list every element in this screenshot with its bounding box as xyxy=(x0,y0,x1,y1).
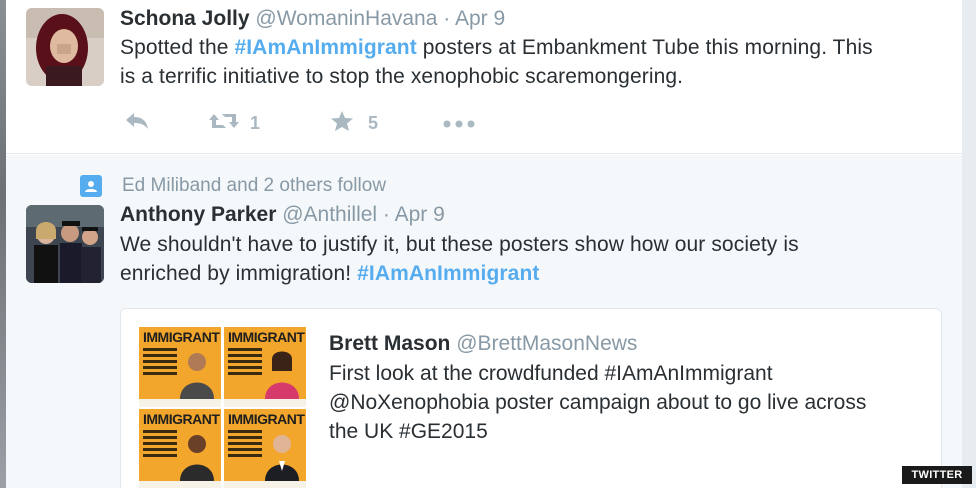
poster-portrait xyxy=(180,435,214,481)
avatar[interactable] xyxy=(26,8,104,86)
poster-footer xyxy=(224,399,306,407)
tweet-text-line: We shouldn't have to justify it, but the… xyxy=(120,233,799,256)
scrollbar-track[interactable] xyxy=(962,0,976,488)
tweet-header: Schona Jolly @WomaninHavana · Apr 9 xyxy=(120,6,505,32)
poster-footer xyxy=(139,399,221,407)
poster-image[interactable]: IMMIGRANT xyxy=(139,327,221,407)
favorite-button[interactable]: 5 xyxy=(330,109,378,137)
username[interactable]: @WomaninHavana xyxy=(255,7,437,30)
poster-title: IMMIGRANT xyxy=(143,411,220,427)
timestamp[interactable]: Apr 9 xyxy=(395,203,445,226)
poster-title: IMMIGRANT xyxy=(143,329,220,345)
poster-copy xyxy=(228,348,262,378)
favorite-count: 5 xyxy=(368,112,379,133)
tweet-text-line: Spotted the #IAmAnImmigrant posters at E… xyxy=(120,33,873,62)
retweet-count: 1 xyxy=(250,112,261,133)
reply-icon xyxy=(124,111,150,136)
more-button[interactable] xyxy=(442,109,476,137)
quoted-text: First look at the crowdfunded #IAmAnImmi… xyxy=(329,359,866,446)
poster-image[interactable]: IMMIGRANT xyxy=(224,327,306,407)
hashtag-link[interactable]: #IAmAnImmigrant xyxy=(234,36,416,59)
hashtag-link[interactable]: #IAmAnImmigrant xyxy=(357,262,539,285)
tweet-text-line: enriched by immigration! #IAmAnImmigrant xyxy=(120,259,799,288)
twitter-watermark: TWITTER xyxy=(902,466,972,484)
display-name[interactable]: Anthony Parker xyxy=(120,203,276,226)
quoted-text-line: First look at the crowdfunded #IAmAnImmi… xyxy=(329,362,773,385)
tweet-text-line: is a terrific initiative to stop the xen… xyxy=(120,65,684,88)
poster-title: IMMIGRANT xyxy=(228,411,305,427)
tweet-actions: 1 5 xyxy=(120,109,520,137)
reply-button[interactable] xyxy=(124,109,150,137)
poster-image-grid[interactable]: IMMIGRANT IMMIGRANT IMMIGRANT IMMIGRANT xyxy=(139,327,307,488)
follow-context-icon xyxy=(80,175,102,197)
poster-portrait xyxy=(265,351,299,399)
poster-image[interactable]: IMMIGRANT xyxy=(139,409,221,488)
separator: · xyxy=(382,203,390,226)
poster-title: IMMIGRANT xyxy=(228,329,305,345)
social-context-text[interactable]: Ed Miliband and 2 others follow xyxy=(122,175,386,197)
tweet-header: Anthony Parker @Anthillel · Apr 9 xyxy=(120,202,445,228)
tweet-text: We shouldn't have to justify it, but the… xyxy=(120,230,799,288)
quoted-header: Brett Mason @BrettMasonNews xyxy=(329,329,637,358)
text-segment: Spotted the xyxy=(120,36,235,59)
tweet[interactable]: Schona Jolly @WomaninHavana · Apr 9 Spot… xyxy=(6,0,962,154)
poster-portrait xyxy=(180,353,214,399)
quoted-text-line: the UK #GE2015 xyxy=(329,420,488,443)
poster-portrait xyxy=(265,435,299,481)
more-dots-icon xyxy=(442,113,476,134)
poster-footer xyxy=(224,481,306,488)
quoted-text-line: @NoXenophobia poster campaign about to g… xyxy=(329,391,867,414)
poster-image[interactable]: IMMIGRANT xyxy=(224,409,306,488)
poster-copy xyxy=(143,348,177,378)
text-segment: enriched by immigration! xyxy=(120,262,358,285)
retweet-button[interactable]: 1 xyxy=(208,109,260,137)
poster-copy xyxy=(143,430,177,460)
text-segment: posters at Embankment Tube this morning.… xyxy=(416,36,873,59)
retweet-icon xyxy=(208,110,240,137)
quoted-username[interactable]: @BrettMasonNews xyxy=(456,332,637,355)
social-context: Ed Miliband and 2 others follow xyxy=(80,172,386,200)
quoted-display-name[interactable]: Brett Mason xyxy=(329,332,450,355)
separator: · xyxy=(443,7,451,30)
favorite-star-icon xyxy=(330,110,354,137)
username[interactable]: @Anthillel xyxy=(282,203,377,226)
display-name[interactable]: Schona Jolly xyxy=(120,7,250,30)
poster-copy xyxy=(228,430,262,460)
poster-footer xyxy=(139,481,221,488)
tweet[interactable]: Ed Miliband and 2 others follow Anthony … xyxy=(6,155,962,488)
quoted-tweet-card[interactable]: IMMIGRANT IMMIGRANT IMMIGRANT IMMIGRANT … xyxy=(120,308,942,488)
timestamp[interactable]: Apr 9 xyxy=(455,7,505,30)
tweet-text: Spotted the #IAmAnImmigrant posters at E… xyxy=(120,33,873,91)
avatar[interactable] xyxy=(26,205,104,283)
